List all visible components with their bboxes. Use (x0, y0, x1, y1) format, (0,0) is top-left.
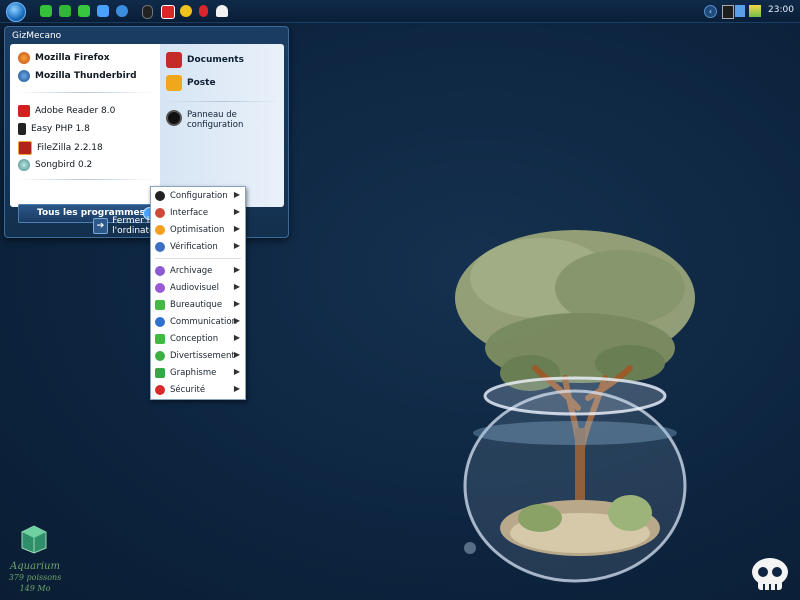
menu-item-documents[interactable]: Documents (166, 52, 244, 68)
submenu-item-communication[interactable]: Communication ▶ (153, 314, 243, 329)
globe-icon (155, 316, 165, 327)
security-icon (155, 384, 165, 395)
aquarium-icon[interactable] (18, 522, 50, 554)
submenu-item-verification[interactable]: Vérification ▶ (153, 239, 243, 254)
gear-icon (166, 110, 182, 126)
chevron-right-icon: ▶ (233, 224, 240, 233)
aquarium-label[interactable]: Aquarium 379 poissons 149 Mo (0, 561, 70, 594)
interface-icon (155, 207, 165, 218)
design-icon (155, 333, 165, 344)
gear-icon (155, 190, 165, 201)
tray-expand-icon[interactable]: ‹ (704, 5, 717, 18)
menu-item-songbird[interactable]: Songbird 0.2 (18, 159, 92, 171)
programs-submenu: Configuration ▶ Interface ▶ Optimisation ▶ … (150, 186, 246, 400)
submenu-item-bureautique[interactable]: Bureautique ▶ (153, 297, 243, 312)
submenu-item-securite[interactable]: Sécurité ▶ (153, 382, 243, 397)
verification-icon (155, 241, 165, 252)
mouse-icon[interactable] (142, 5, 153, 19)
volume-icon[interactable] (749, 5, 761, 17)
optimisation-icon (155, 224, 165, 235)
home-icon (166, 75, 182, 91)
chevron-right-icon: ▶ (233, 299, 240, 308)
submenu-item-archivage[interactable]: Archivage ▶ (153, 263, 243, 278)
graphics-icon (155, 367, 165, 378)
skull-icon[interactable] (748, 556, 792, 594)
submenu-item-divertissement[interactable]: Divertissement ▶ (153, 348, 243, 363)
chevron-right-icon: ▶ (233, 367, 240, 376)
archive-icon (155, 265, 165, 276)
submenu-item-audiovisuel[interactable]: Audiovisuel ▶ (153, 280, 243, 295)
submenu-item-interface[interactable]: Interface ▶ (153, 205, 243, 220)
network-icon[interactable] (735, 5, 745, 17)
menu-item-easyphp[interactable]: Easy PHP 1.8 (18, 123, 90, 135)
gamepad-icon (155, 350, 165, 361)
globe-icon[interactable] (116, 5, 128, 17)
chevron-right-icon: ▶ (233, 190, 240, 199)
easyphp-icon (18, 123, 26, 135)
logout-icon: ➔ (93, 218, 109, 234)
taskbar: ‹ 23:00 (0, 0, 800, 23)
green-app-icon[interactable] (78, 5, 90, 17)
submenu-item-configuration[interactable]: Configuration ▶ (153, 188, 243, 203)
menu-item-firefox[interactable]: Mozilla Firefox (18, 52, 110, 64)
user-name: GizMecano (12, 31, 62, 41)
clock[interactable]: 23:00 (768, 5, 794, 15)
chevron-right-icon: ▶ (233, 207, 240, 216)
places-pane: Documents Poste Panneau de configuration (160, 44, 284, 207)
firefox-icon (18, 52, 30, 64)
audiovisual-icon (155, 282, 165, 293)
wallpaper-tree-fishbowl (455, 230, 695, 583)
chevron-right-icon: ▶ (233, 316, 240, 325)
chevron-right-icon: ▶ (233, 282, 240, 291)
yellow-app-icon[interactable] (180, 5, 192, 17)
ghost-icon[interactable] (216, 5, 228, 17)
office-icon (155, 299, 165, 310)
menu-item-adobe-reader[interactable]: Adobe Reader 8.0 (18, 105, 115, 117)
tray-app-icon[interactable] (722, 5, 734, 19)
green-app-icon[interactable] (59, 5, 71, 17)
separator (16, 179, 154, 180)
documents-icon (166, 52, 182, 68)
chevron-right-icon: ▶ (233, 265, 240, 274)
red-mouse-icon[interactable] (199, 5, 208, 17)
thunderbird-icon (18, 70, 30, 82)
chevron-right-icon: ▶ (233, 333, 240, 342)
monitor-icon[interactable] (97, 5, 109, 17)
separator (155, 258, 241, 259)
songbird-icon (18, 159, 30, 171)
adobe-reader-icon (18, 105, 30, 117)
separator (164, 101, 280, 102)
green-app-icon[interactable] (40, 5, 52, 17)
programs-pane: Mozilla Firefox Mozilla Thunderbird Adob… (10, 44, 160, 223)
start-button[interactable] (6, 2, 26, 22)
menu-item-filezilla[interactable]: FileZilla 2.2.18 (18, 141, 103, 155)
menu-item-poste[interactable]: Poste (166, 75, 216, 91)
chevron-right-icon: ▶ (233, 241, 240, 250)
start-menu: GizMecano Mozilla Firefox Mozilla Thunde… (4, 26, 289, 238)
filezilla-icon (18, 141, 32, 155)
red-app-icon[interactable] (161, 5, 175, 19)
chevron-right-icon: ▶ (233, 350, 240, 359)
submenu-item-conception[interactable]: Conception ▶ (153, 331, 243, 346)
separator (16, 92, 154, 93)
menu-item-control-panel[interactable]: Panneau de configuration (166, 110, 276, 130)
submenu-item-graphisme[interactable]: Graphisme ▶ (153, 365, 243, 380)
menu-item-thunderbird[interactable]: Mozilla Thunderbird (18, 70, 137, 82)
submenu-item-optimisation[interactable]: Optimisation ▶ (153, 222, 243, 237)
chevron-right-icon: ▶ (233, 384, 240, 393)
